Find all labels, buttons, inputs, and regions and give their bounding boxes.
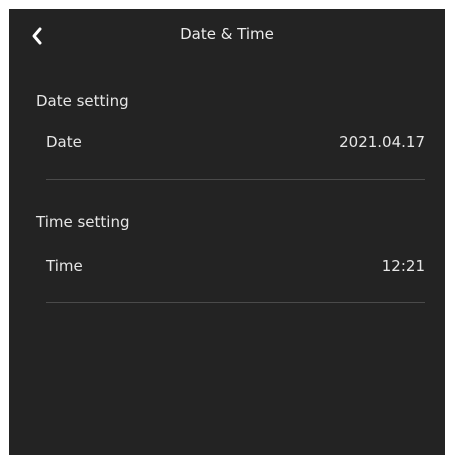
date-row[interactable]: Date 2021.04.17 (46, 130, 425, 184)
time-value: 12:21 (381, 257, 425, 275)
page-title: Date & Time (180, 25, 274, 43)
time-section-title: Time setting (36, 213, 130, 231)
time-row-divider (46, 302, 425, 303)
date-row-divider (46, 179, 425, 180)
date-time-screen: Date & Time Date setting Date 2021.04.17… (9, 9, 445, 455)
date-value: 2021.04.17 (339, 133, 425, 151)
header-bar: Date & Time (9, 9, 445, 61)
time-row[interactable]: Time 12:21 (46, 254, 425, 308)
date-section-title: Date setting (36, 92, 129, 110)
time-label: Time (46, 257, 83, 275)
date-label: Date (46, 133, 82, 151)
